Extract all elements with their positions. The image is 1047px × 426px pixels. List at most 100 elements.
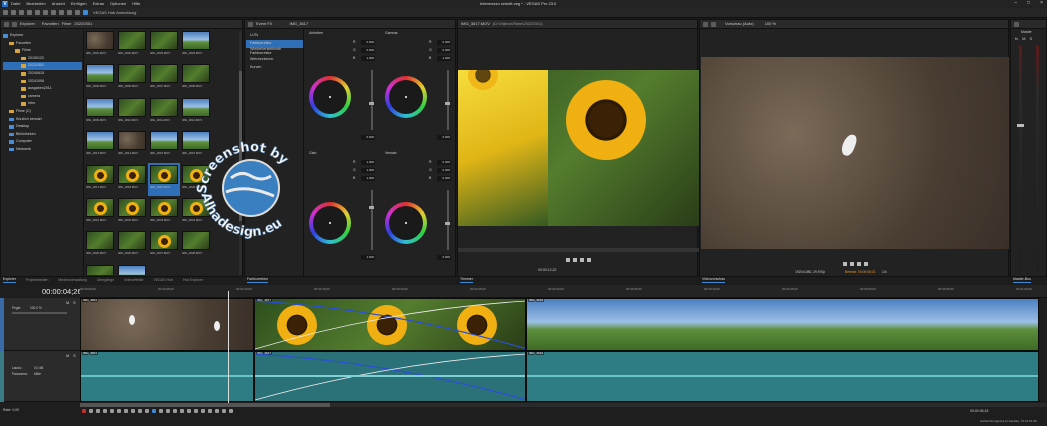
preview-zoom[interactable]: 100 %: [765, 22, 776, 26]
new-project-icon[interactable]: [3, 10, 8, 15]
wheel-luma-slider[interactable]: [371, 70, 373, 130]
channel-value[interactable]: 1.000: [361, 176, 375, 181]
tree-item[interactable]: camera: [3, 93, 82, 101]
fx-list-item[interactable]: LUTs: [246, 32, 303, 40]
file-thumbnail[interactable]: IMG_3612.MOV: [180, 96, 212, 129]
tree-item[interactable]: Filme: [3, 47, 82, 55]
trimmer-scrub-bar[interactable]: [458, 248, 699, 252]
slider-knob[interactable]: [369, 102, 374, 105]
channel-value[interactable]: 1.000: [361, 56, 375, 61]
audio-clip-2[interactable]: IMG_3617: [254, 351, 526, 402]
file-thumbnail[interactable]: IMG_3624.MOV: [180, 196, 212, 229]
luma-value[interactable]: 0.000: [437, 135, 451, 140]
video-mute-button[interactable]: M: [66, 301, 69, 305]
cut-icon[interactable]: [43, 10, 48, 15]
color-wheel[interactable]: [385, 202, 427, 244]
stop-icon[interactable]: [586, 258, 591, 262]
properties-icon[interactable]: [35, 10, 40, 15]
preview-stop-icon[interactable]: [863, 262, 868, 266]
normal-edit-icon[interactable]: [152, 409, 156, 413]
file-thumbnail[interactable]: IMG_3619.MOV: [148, 162, 180, 196]
tree-item[interactable]: Intro: [3, 100, 82, 108]
channel-value[interactable]: 1.000: [361, 168, 375, 173]
color-wheel[interactable]: [309, 202, 351, 244]
trim-icon[interactable]: [208, 409, 212, 413]
audio-solo-button[interactable]: S: [73, 354, 76, 358]
play-icon[interactable]: [572, 258, 577, 262]
cursor-icon[interactable]: [159, 409, 163, 413]
menu-item-6[interactable]: Hilfe: [132, 2, 140, 6]
rewind-icon[interactable]: [138, 409, 142, 413]
tree-item[interactable]: Filme (C): [3, 108, 82, 116]
crumb-1[interactable]: Favoriten: [42, 22, 59, 26]
tab-3[interactable]: Übergänge: [97, 278, 114, 283]
file-thumbnail[interactable]: IMG_3606.MOV: [116, 62, 148, 95]
crossfade-icon[interactable]: [229, 409, 233, 413]
channel-value[interactable]: 0.000: [437, 48, 451, 53]
channel-value[interactable]: 0.000: [437, 168, 451, 173]
channel-value[interactable]: 0.000: [437, 40, 451, 45]
file-thumbnail[interactable]: IMG_3616.MOV: [180, 129, 212, 162]
fx-list-item[interactable]: Kurven: [246, 64, 303, 72]
file-thumbnail[interactable]: IMG_3626.MOV: [116, 229, 148, 262]
file-thumbnail[interactable]: IMG_3628.MOV: [180, 229, 212, 262]
lock-icon[interactable]: [222, 409, 226, 413]
video-clip-3[interactable]: IMG_3619: [526, 298, 1039, 351]
timeline-hscroll[interactable]: [80, 403, 1047, 407]
video-clip-2[interactable]: IMG_3617: [254, 298, 526, 351]
pause-icon[interactable]: [579, 258, 584, 262]
ffwd-icon[interactable]: [145, 409, 149, 413]
playhead[interactable]: [228, 291, 229, 403]
file-thumbnail[interactable]: IMG_3603.MOV: [148, 29, 180, 62]
channel-value[interactable]: 0.000: [437, 176, 451, 181]
pause-icon[interactable]: [110, 409, 114, 413]
fx-list-item[interactable]: Wiederherstellende Farbkorrektur: [246, 48, 303, 56]
menu-item-3[interactable]: Einfügen: [71, 2, 87, 6]
tab-videovorschau[interactable]: Videovorschau: [702, 278, 726, 283]
loop-icon[interactable]: [565, 258, 570, 262]
tab-farbkorrektur[interactable]: Farbkorrektur: [247, 278, 269, 283]
file-thumbnail[interactable]: IMG_3611.MOV: [148, 96, 180, 129]
channel-value[interactable]: 1.000: [361, 160, 375, 165]
prev-icon[interactable]: [124, 409, 128, 413]
crumb-3[interactable]: 20220301: [74, 22, 92, 26]
tab-trimmer[interactable]: Trimmer: [460, 278, 473, 283]
menu-item-1[interactable]: Bearbeiten: [26, 2, 45, 6]
loop-icon[interactable]: [89, 409, 93, 413]
region-icon[interactable]: [194, 409, 198, 413]
file-thumbnail[interactable]: IMG_3607.MOV: [148, 62, 180, 95]
redo-icon[interactable]: [75, 10, 80, 15]
file-thumbnail[interactable]: IMG_3623.MOV: [148, 196, 180, 229]
tree-item[interactable]: 20240615: [3, 70, 82, 78]
file-thumbnail[interactable]: IMG_3614.MOV: [116, 129, 148, 162]
hub-login-link[interactable]: VEGAS Hub Anmeldung: [93, 10, 136, 15]
tree-item[interactable]: Netzwerk: [3, 146, 82, 154]
undo-icon[interactable]: [67, 10, 72, 15]
channel-value[interactable]: 1.000: [437, 56, 451, 61]
tree-item[interactable]: ausgaben2011: [3, 85, 82, 93]
tree-item[interactable]: 20241006: [3, 78, 82, 86]
wheel-luma-slider[interactable]: [371, 190, 373, 250]
file-thumbnail[interactable]: IMG_3621.MOV: [84, 196, 116, 229]
preview-pause-icon[interactable]: [856, 262, 861, 266]
crumb-2[interactable]: Filme: [62, 22, 72, 26]
paste-icon[interactable]: [59, 10, 64, 15]
video-level-slider[interactable]: [12, 312, 67, 314]
marker-icon[interactable]: [187, 409, 191, 413]
master-mute-button[interactable]: M: [1022, 37, 1025, 41]
preview-loop-icon[interactable]: [842, 262, 847, 266]
play-icon[interactable]: [96, 409, 100, 413]
file-thumbnail[interactable]: IMG_3615.MOV: [148, 129, 180, 162]
channel-value[interactable]: 0.000: [361, 48, 375, 53]
file-thumbnail[interactable]: IMG_3605.MOV: [84, 62, 116, 95]
slider-knob[interactable]: [369, 206, 374, 209]
back-icon[interactable]: [4, 21, 9, 27]
preview-play-icon[interactable]: [849, 262, 854, 266]
file-thumbnail[interactable]: IMG_3609.MOV: [84, 96, 116, 129]
file-thumbnail[interactable]: IMG_3629.MOV: [84, 263, 116, 275]
snap-icon[interactable]: [180, 409, 184, 413]
tab-4[interactable]: Videoeffekte: [124, 278, 143, 283]
hub-icon[interactable]: [83, 10, 88, 15]
tab-0[interactable]: Explorer: [3, 278, 17, 283]
ripple-icon[interactable]: [215, 409, 219, 413]
